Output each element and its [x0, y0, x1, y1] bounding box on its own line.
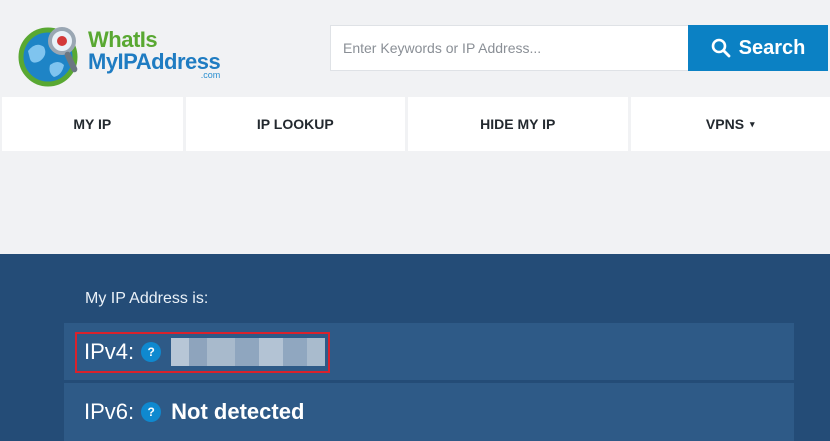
ipv4-row: IPv4: ? — [64, 323, 794, 380]
nav-item-ip-lookup[interactable]: IP LOOKUP — [185, 97, 406, 151]
ipv6-row: IPv6: ? Not detected — [64, 383, 794, 441]
nav-item-label: VPNS — [705, 116, 745, 132]
logo-text: WhatIs MyIPAddress .com — [88, 26, 221, 80]
search-button[interactable]: Search — [688, 25, 828, 71]
nav-item-label: HIDE MY IP — [480, 116, 556, 132]
ipv4-label: IPv4: — [84, 338, 135, 364]
main-nav: MY IP IP LOOKUP HIDE MY IP VPNS ▾ — [0, 97, 830, 151]
help-icon[interactable]: ? — [141, 402, 162, 422]
ipv4-value-redacted — [171, 337, 326, 366]
ipv6-value: Not detected — [171, 399, 305, 424]
ip-address-panel: My IP Address is: IPv4: ? IPv6: ? Not de… — [0, 254, 830, 441]
nav-item-hide-my-ip[interactable]: HIDE MY IP — [408, 97, 628, 151]
ipv6-label: IPv6: — [84, 399, 135, 424]
help-icon[interactable]: ? — [141, 341, 162, 362]
search-box — [330, 25, 688, 71]
globe-magnifier-icon — [18, 21, 84, 87]
nav-item-label: MY IP — [73, 116, 112, 132]
search-icon — [711, 38, 731, 58]
chevron-down-icon: ▾ — [750, 118, 755, 129]
nav-item-label: IP LOOKUP — [256, 116, 334, 132]
logo-line-1: WhatIs — [88, 26, 158, 52]
nav-item-vpns[interactable]: VPNS ▾ — [630, 97, 830, 151]
site-logo[interactable]: WhatIs MyIPAddress .com — [18, 18, 238, 90]
panel-title: My IP Address is: — [85, 290, 209, 307]
search-input[interactable] — [331, 26, 688, 70]
nav-item-my-ip[interactable]: MY IP — [2, 97, 183, 151]
search-button-label: Search — [738, 36, 806, 59]
